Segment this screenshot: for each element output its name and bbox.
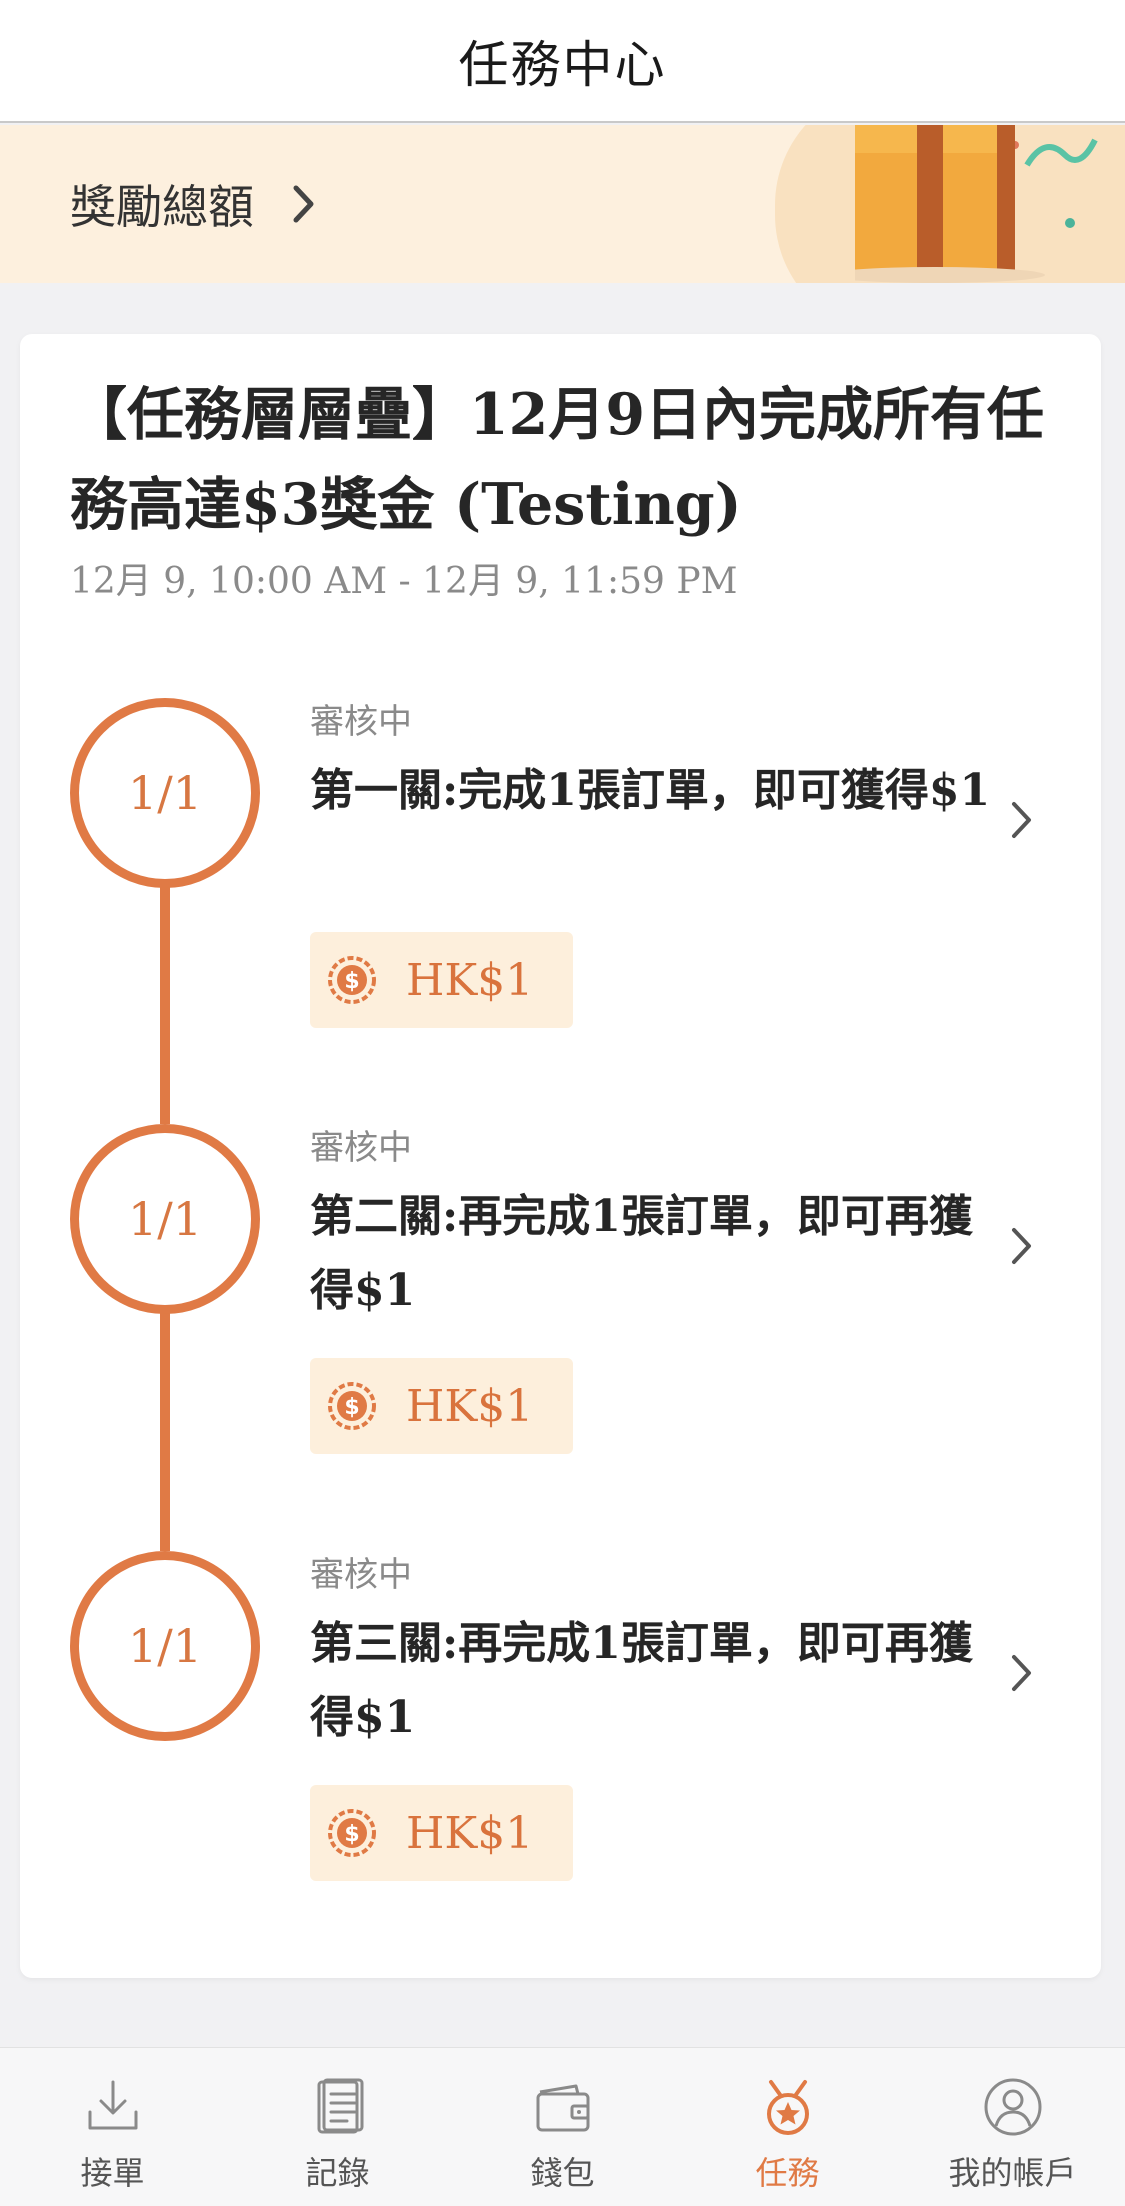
task-name: 第一關:完成1張訂單，即可獲得$1 — [310, 765, 991, 816]
task-reward-amount: HK$1 — [406, 1380, 534, 1432]
chevron-right-icon — [1012, 802, 1031, 838]
task-progress-text: 1/1 — [127, 1192, 203, 1246]
task-reward-amount: HK$1 — [406, 954, 534, 1006]
timeline-connector — [160, 1301, 170, 1551]
task-progress-circle: 1/1 — [70, 1551, 260, 1741]
task-reward-badge: $ HK$1 — [310, 932, 573, 1028]
task-name: 第二關:再完成1張訂單，即可再獲得$1 — [310, 1191, 973, 1316]
svg-text:$: $ — [344, 1822, 359, 1847]
gift-box-icon — [855, 125, 1098, 283]
top-bar: 任務中心 — [0, 0, 1125, 123]
task-reward-amount: HK$1 — [406, 1807, 534, 1859]
task-item[interactable]: 審核中 第三關:再完成1張訂單，即可再獲得$1 — [310, 1553, 1080, 1755]
task-progress-circle: 1/1 — [70, 1124, 260, 1314]
nav-label: 錢包 — [530, 2154, 595, 2192]
account-icon — [984, 2078, 1041, 2136]
task-status: 審核中 — [310, 1128, 412, 1168]
nav-label: 接單 — [80, 2154, 145, 2192]
nav-label: 任務 — [755, 2154, 820, 2192]
download-icon — [88, 2080, 137, 2130]
nav-item-my-account[interactable]: 我的帳戶 — [900, 2048, 1125, 2206]
task-progress-text: 1/1 — [127, 766, 203, 820]
task-status: 審核中 — [310, 1555, 412, 1595]
bottom-nav: 接單 記錄 錢包 任務 我的帳戶 — [0, 2047, 1125, 2206]
records-icon — [317, 2078, 363, 2134]
task-progress-text: 1/1 — [127, 1619, 203, 1673]
coin-icon: $ — [328, 1809, 376, 1857]
svg-text:$: $ — [344, 969, 359, 994]
mission-date-range: 12月 9, 10:00 AM - 12月 9, 11:59 PM — [70, 561, 738, 602]
mission-title: 【任務層層疊】12月9日內完成所有任務高達$3獎金 (Testing) — [70, 381, 1044, 538]
chevron-right-icon — [1012, 1655, 1031, 1691]
task-name: 第三關:再完成1張訂單，即可再獲得$1 — [310, 1618, 973, 1743]
page-title: 任務中心 — [458, 35, 667, 94]
nav-item-records[interactable]: 記錄 — [225, 2048, 450, 2206]
nav-label: 記錄 — [305, 2154, 370, 2192]
task-status: 審核中 — [310, 702, 412, 742]
task-item[interactable]: 審核中 第二關:再完成1張訂單，即可再獲得$1 — [310, 1126, 1080, 1328]
chevron-right-icon — [1012, 1228, 1031, 1264]
nav-item-tasks[interactable]: 任務 — [675, 2048, 900, 2206]
reward-total-label: 獎勵總額 — [70, 180, 254, 234]
task-item[interactable]: 審核中 第一關:完成1張訂單，即可獲得$1 — [310, 700, 1080, 838]
medal-icon — [766, 2080, 809, 2135]
wallet-icon — [536, 2084, 589, 2132]
chevron-right-icon — [284, 184, 324, 224]
task-reward-badge: $ HK$1 — [310, 1785, 573, 1881]
reward-total-banner[interactable]: 獎勵總額 — [0, 125, 1125, 283]
timeline-connector — [160, 874, 170, 1124]
task-reward-badge: $ HK$1 — [310, 1358, 573, 1454]
mission-card: 【任務層層疊】12月9日內完成所有任務高達$3獎金 (Testing) 12月 … — [20, 334, 1101, 1978]
nav-label: 我的帳戶 — [948, 2154, 1077, 2192]
coin-icon: $ — [328, 956, 376, 1004]
task-progress-circle: 1/1 — [70, 698, 260, 888]
coin-icon: $ — [328, 1382, 376, 1430]
svg-text:$: $ — [344, 1395, 359, 1420]
nav-item-wallet[interactable]: 錢包 — [450, 2048, 675, 2206]
nav-item-accept-orders[interactable]: 接單 — [0, 2048, 225, 2206]
